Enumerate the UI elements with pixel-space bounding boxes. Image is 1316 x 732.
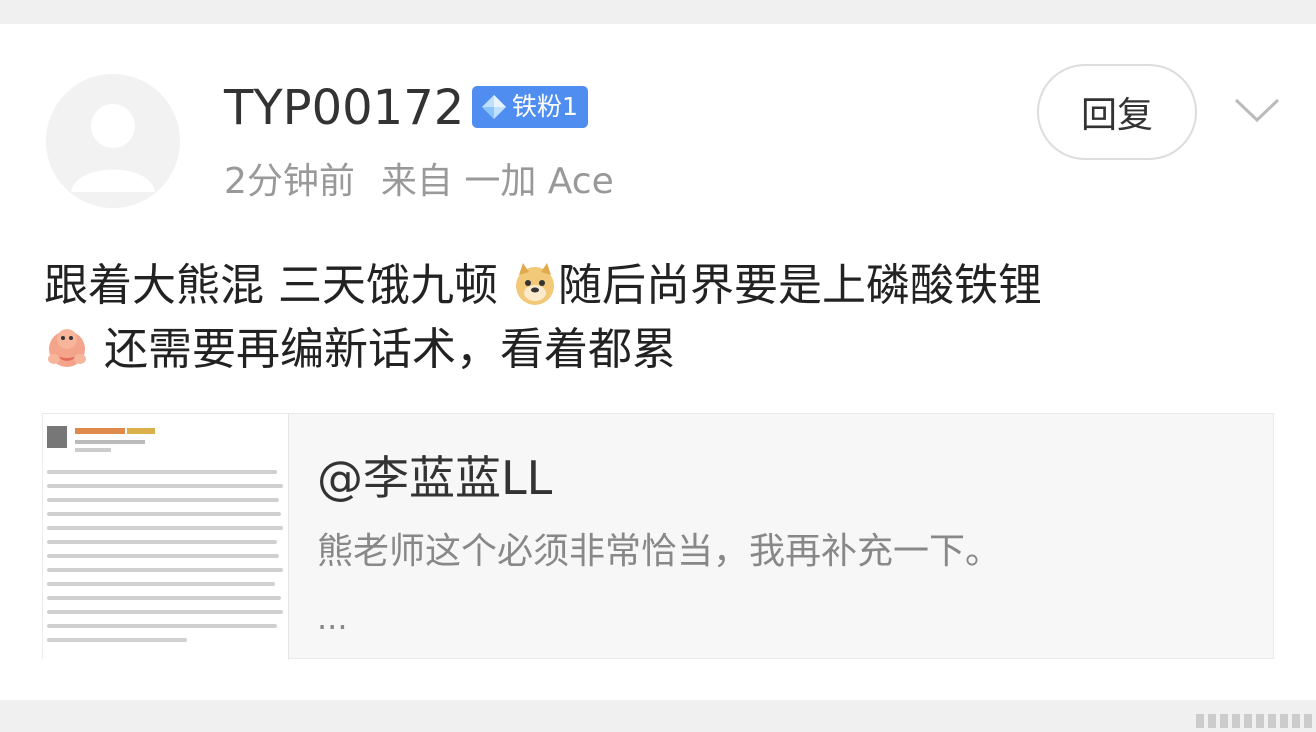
reply-button[interactable]: 回复 — [1037, 64, 1197, 160]
post-content: 跟着大熊混 三天饿九顿 随后尚界要是上磷酸铁锂 还需要再编新话术，看着都累 — [44, 254, 1284, 382]
content-text-3: 还需要再编新话术，看着都累 — [90, 324, 676, 375]
content-text-2: 随后尚界要是上磷酸铁锂 — [557, 260, 1042, 311]
heart-hands-emoji-icon — [48, 329, 86, 367]
avatar[interactable] — [46, 74, 180, 208]
doge-emoji-icon — [515, 263, 554, 305]
quoted-post-thumbnail[interactable] — [43, 414, 289, 660]
post-source: 来自 一加 Ace — [380, 161, 614, 202]
thumbnail-header — [47, 426, 155, 452]
content-text-1: 跟着大熊混 三天饿九顿 — [44, 260, 512, 311]
chevron-down-icon[interactable] — [1232, 90, 1282, 130]
fan-badge: 铁粉1 — [472, 86, 588, 128]
post-time: 2分钟前 — [224, 161, 355, 202]
diamond-icon — [482, 95, 506, 119]
badge-label: 铁粉1 — [512, 92, 578, 121]
username[interactable]: TYP00172 — [224, 80, 464, 136]
quoted-author[interactable]: @李蓝蓝LL — [317, 450, 552, 506]
post-meta: 2分钟前 来自 一加 Ace — [224, 160, 640, 204]
quoted-post-card[interactable]: @李蓝蓝LL 熊老师这个必须非常恰当，我再补充一下。 ... — [42, 413, 1274, 660]
watermark-logo — [1196, 714, 1316, 728]
default-avatar-icon — [46, 74, 180, 208]
quoted-text: 熊老师这个必须非常恰当，我再补充一下。 — [317, 531, 1002, 572]
quoted-ellipsis: ... — [317, 599, 348, 637]
